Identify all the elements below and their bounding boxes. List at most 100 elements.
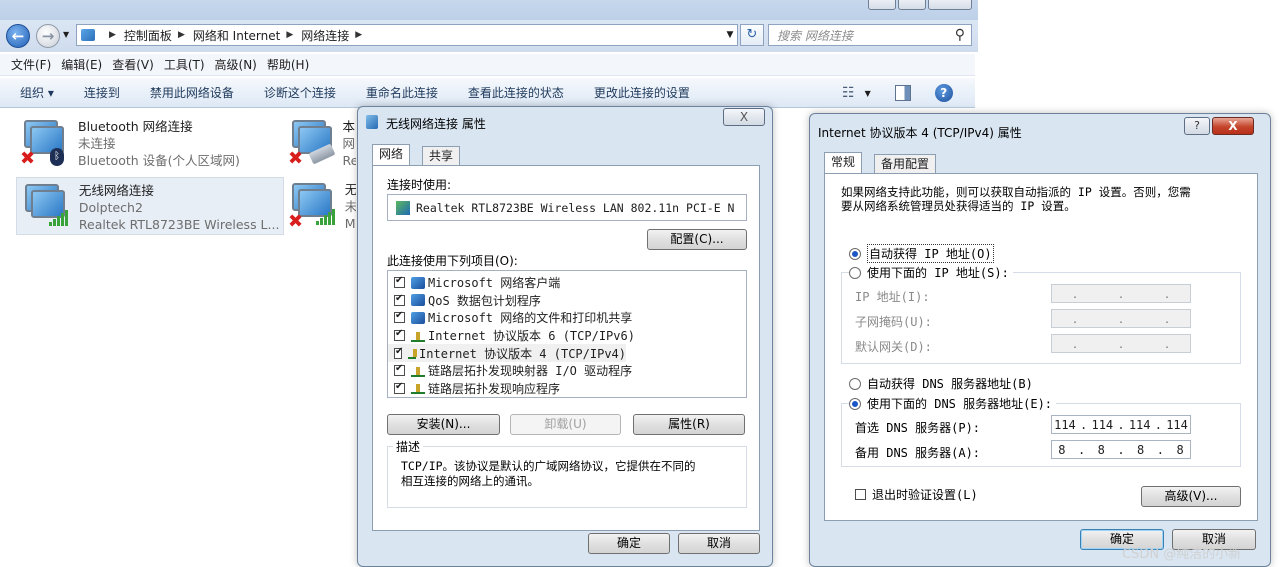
close-window-button[interactable] [928, 0, 972, 10]
subnet-mask-label: 子网掩码(U): [855, 315, 932, 329]
menu-file[interactable]: 文件(F) [6, 56, 56, 73]
minimize-button[interactable] [868, 0, 896, 10]
change-view-icon[interactable]: ☷ [842, 85, 855, 101]
auto-dns-option[interactable]: 自动获得 DNS 服务器地址(B) [849, 375, 1033, 392]
ip-address-label: IP 地址(I): [855, 290, 930, 304]
diagnose-button[interactable]: 诊断这个连接 [249, 84, 351, 101]
connection-name: 无 [344, 182, 356, 197]
maximize-button[interactable] [898, 0, 926, 10]
item-checkbox[interactable] [394, 275, 405, 289]
wifi-properties-dialog: 无线网络连接 属性 X 网络 共享 连接时使用: Realtek RTL8723… [357, 106, 773, 567]
close-button[interactable]: X [1212, 117, 1254, 135]
view-dropdown-icon[interactable]: ▼ [865, 89, 871, 98]
address-sep-icon: ▶ [109, 30, 116, 40]
tab-network[interactable]: 网络 [372, 144, 411, 166]
refresh-button[interactable]: ↻ [740, 24, 764, 46]
components-list: Microsoft 网络客户端 QoS 数据包计划程序 Microsoft 网络… [387, 270, 747, 398]
tab-alternate-config[interactable]: 备用配置 [874, 154, 937, 174]
help-icon[interactable]: ? [934, 84, 953, 102]
alternate-dns-field[interactable]: 8.8.8.8 [1051, 440, 1191, 459]
list-item[interactable]: Internet 协议版本 6 (TCP/IPv6) [388, 327, 746, 345]
breadcrumb-network-internet[interactable]: 网络和 Internet ▶ [189, 27, 297, 44]
advanced-button[interactable]: 高级(V)... [1141, 486, 1241, 507]
breadcrumb-control-panel[interactable]: 控制面板 ▶ [120, 27, 189, 44]
gateway-field: ... [1051, 334, 1191, 353]
item-checkbox[interactable] [394, 346, 403, 359]
auto-ip-radio[interactable] [849, 247, 861, 260]
list-item[interactable]: Microsoft 网络客户端 [388, 274, 746, 292]
address-dropdown-icon[interactable]: ▼ [722, 24, 738, 46]
manual-ip-radio[interactable] [849, 266, 861, 279]
rename-button[interactable]: 重命名此连接 [351, 84, 453, 101]
watermark-text: CSDN @纯洁的小新 [1122, 547, 1242, 562]
list-item[interactable]: 链路层拓扑发现响应程序 [388, 380, 746, 398]
protocol-icon [407, 347, 417, 360]
item-checkbox[interactable] [394, 310, 405, 324]
gateway-label: 默认网关(D): [855, 340, 932, 354]
cancel-button[interactable]: 取消 [678, 533, 760, 554]
auto-ip-label: 自动获得 IP 地址(O) [867, 244, 994, 263]
ip-address-field: ... [1051, 284, 1191, 303]
close-button[interactable]: X [723, 108, 765, 126]
connection-local-area[interactable]: ✖ 本 网 Re [284, 114, 360, 172]
item-checkbox[interactable] [394, 293, 405, 306]
uninstall-button[interactable]: 卸载(U) [510, 414, 621, 435]
connect-using-label: 连接时使用: [387, 178, 452, 192]
list-item[interactable]: QoS 数据包计划程序 [388, 292, 746, 310]
ok-button[interactable]: 确定 [588, 533, 670, 554]
menu-view[interactable]: 查看(V) [107, 56, 159, 73]
search-input[interactable]: 搜索 网络连接 ⚲ [768, 24, 972, 46]
help-icon: ? [1194, 119, 1200, 132]
history-dropdown-icon[interactable]: ▼ [63, 30, 69, 39]
connection-status: 未 [344, 199, 356, 214]
item-checkbox[interactable] [394, 328, 405, 342]
organize-button[interactable]: 组织 ▾ [0, 84, 69, 101]
configure-button[interactable]: 配置(C)... [647, 229, 747, 250]
back-button[interactable]: ← [6, 24, 30, 48]
network-connection-icon: ✖ ᛒ [20, 118, 70, 169]
menu-help[interactable]: 帮助(H) [262, 56, 314, 73]
properties-button[interactable]: 属性(R) [633, 414, 745, 435]
forward-button[interactable]: → [36, 24, 60, 48]
tab-general[interactable]: 常规 [824, 152, 863, 174]
disable-device-button[interactable]: 禁用此网络设备 [135, 84, 249, 101]
preview-pane-icon[interactable] [894, 85, 911, 101]
install-button[interactable]: 安装(N)... [387, 414, 500, 435]
connection-wireless-2[interactable]: ✖ 无 未 M [284, 177, 360, 235]
manual-dns-radio[interactable] [849, 397, 861, 410]
bluetooth-icon: ᛒ [50, 148, 64, 166]
menu-edit[interactable]: 编辑(E) [56, 56, 107, 73]
list-item-selected[interactable]: Internet 协议版本 4 (TCP/IPv4) [388, 344, 626, 362]
validate-option[interactable]: 退出时验证设置(L) [855, 486, 978, 503]
list-item[interactable]: Microsoft 网络的文件和打印机共享 [388, 309, 746, 327]
auto-ip-option[interactable]: 自动获得 IP 地址(O) [849, 244, 994, 263]
validate-label: 退出时验证设置(L) [872, 488, 978, 502]
item-checkbox[interactable] [394, 363, 405, 377]
manual-dns-option[interactable]: 使用下面的 DNS 服务器地址(E): [849, 395, 1057, 412]
dialog-network-icon [366, 115, 378, 129]
manual-ip-label: 使用下面的 IP 地址(S): [867, 266, 1009, 280]
list-item[interactable]: 链路层拓扑发现映射器 I/O 驱动程序 [388, 362, 746, 380]
connection-wireless[interactable]: 无线网络连接 Dolptech2 Realtek RTL8723BE Wirel… [16, 177, 284, 235]
connect-to-button[interactable]: 连接到 [69, 84, 135, 101]
menu-advanced[interactable]: 高级(N) [210, 56, 262, 73]
item-checkbox[interactable] [394, 381, 405, 394]
view-status-button[interactable]: 查看此连接的状态 [453, 84, 579, 101]
search-icon[interactable]: ⚲ [955, 27, 971, 43]
validate-checkbox[interactable] [855, 489, 866, 500]
help-button[interactable]: ? [1184, 117, 1210, 135]
connection-bluetooth[interactable]: ✖ ᛒ Bluetooth 网络连接 未连接 Bluetooth 设备(个人区域… [16, 114, 284, 172]
network-connection-icon: ✖ [288, 181, 335, 232]
preferred-dns-field[interactable]: 114. 114. 114. 114 [1051, 415, 1191, 434]
auto-dns-radio[interactable] [849, 377, 861, 390]
tab-sharing[interactable]: 共享 [422, 146, 461, 166]
protocol-icon [411, 365, 425, 377]
change-settings-button[interactable]: 更改此连接的设置 [579, 84, 705, 101]
manual-ip-option[interactable]: 使用下面的 IP 地址(S): [849, 264, 1013, 281]
client-icon [411, 276, 425, 289]
address-bar[interactable]: ▶ 控制面板 ▶ 网络和 Internet ▶ 网络连接 ▶ [76, 24, 738, 46]
breadcrumb-network-connections[interactable]: 网络连接 ▶ [297, 27, 366, 44]
preferred-dns-label: 首选 DNS 服务器(P): [855, 421, 981, 435]
menu-tools[interactable]: 工具(T) [159, 56, 210, 73]
close-icon: X [1228, 119, 1238, 133]
